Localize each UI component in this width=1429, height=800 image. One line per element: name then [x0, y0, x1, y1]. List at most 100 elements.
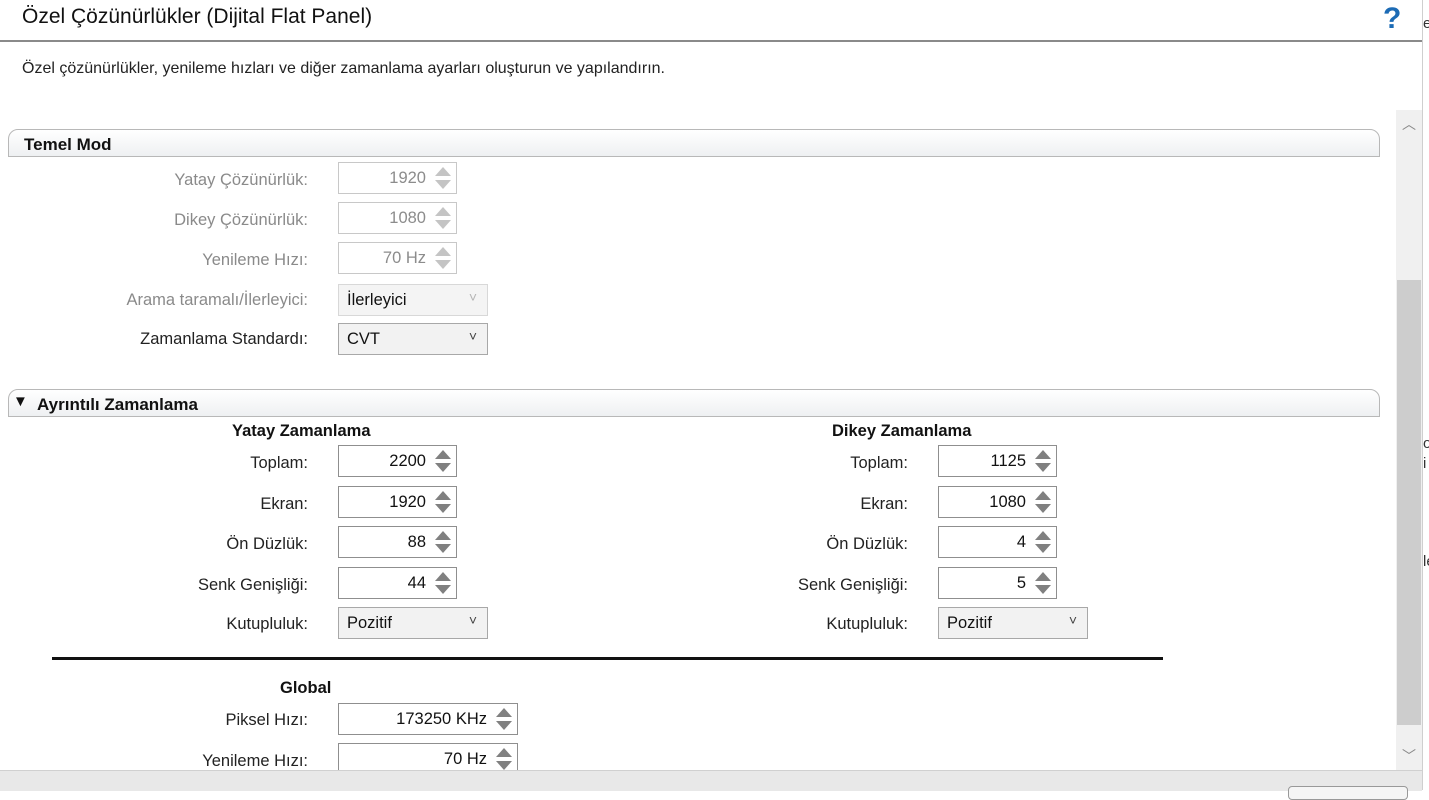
v-total-label: Toplam: — [850, 454, 908, 472]
h-polarity-label: Kutupluluk: — [226, 615, 308, 633]
vertical-resolution-label: Dikey Çözünürlük: — [174, 211, 308, 229]
spinner-up-icon[interactable] — [435, 531, 451, 540]
spinner-down-icon[interactable] — [1035, 544, 1051, 553]
h-active-spinner[interactable]: 1920 — [338, 486, 457, 518]
spinner-down-icon[interactable] — [435, 504, 451, 513]
chevron-down-icon: ˅ — [468, 289, 477, 305]
timing-standard-label: Zamanlama Standardı: — [140, 330, 308, 348]
spinner-down-icon[interactable] — [496, 761, 512, 770]
background-window-edge: e o i le — [1422, 0, 1429, 790]
h-front-porch-spinner[interactable]: 88 — [338, 526, 457, 558]
detailed-timing-title: Ayrıntılı Zamanlama — [37, 395, 198, 414]
spinner-value: 1080 — [989, 493, 1026, 511]
collapse-triangle-icon[interactable]: ▼ — [13, 393, 28, 410]
chevron-down-icon: ˅ — [468, 328, 477, 344]
pixel-clock-label: Piksel Hızı: — [225, 711, 308, 729]
spinner-up-icon[interactable] — [435, 167, 451, 176]
spinner-up-icon[interactable] — [496, 748, 512, 757]
spinner-down-icon[interactable] — [435, 180, 451, 189]
horizontal-resolution-spinner[interactable]: 1920 — [338, 162, 457, 194]
global-refresh-rate-label: Yenileme Hızı: — [202, 752, 308, 770]
chevron-down-icon: ˅ — [1068, 612, 1077, 628]
spinner-value: 173250 KHz — [396, 710, 487, 728]
spinner-value: 88 — [407, 533, 426, 551]
v-polarity-dropdown[interactable]: Pozitif ˅ — [938, 607, 1088, 639]
v-front-porch-spinner[interactable]: 4 — [938, 526, 1057, 558]
spinner-down-icon[interactable] — [1035, 585, 1051, 594]
basic-mode-header: Temel Mod — [8, 129, 1380, 157]
spinner-down-icon[interactable] — [435, 544, 451, 553]
h-sync-width-label: Senk Genişliği: — [197, 576, 308, 594]
spinner-up-icon[interactable] — [1035, 572, 1051, 581]
spinner-value: 4 — [1016, 533, 1026, 551]
scan-type-dropdown[interactable]: İlerleyici ˅ — [338, 284, 488, 316]
spinner-down-icon[interactable] — [496, 721, 512, 730]
spinner-down-icon[interactable] — [435, 220, 451, 229]
vertical-scrollbar[interactable]: ︿ ﹀ — [1396, 110, 1422, 770]
dropdown-value: Pozitif — [947, 614, 992, 632]
vertical-resolution-spinner[interactable]: 1080 — [338, 202, 457, 234]
spinner-value: 1920 — [389, 493, 426, 511]
bottom-bar — [0, 770, 1422, 791]
spinner-up-icon[interactable] — [1035, 450, 1051, 459]
scroll-thumb[interactable] — [1397, 280, 1421, 725]
dropdown-value: İlerleyici — [347, 291, 407, 309]
h-front-porch-label: Ön Düzlük: — [226, 535, 308, 553]
v-sync-width-spinner[interactable]: 5 — [938, 567, 1057, 599]
detailed-timing-header[interactable]: ▼ Ayrıntılı Zamanlama — [8, 389, 1380, 417]
refresh-rate-spinner[interactable]: 70 Hz — [338, 242, 457, 274]
section-divider — [52, 657, 1163, 660]
h-active-label: Ekran: — [260, 495, 308, 513]
help-icon[interactable]: ? — [1383, 2, 1401, 36]
spinner-down-icon[interactable] — [435, 463, 451, 472]
h-total-label: Toplam: — [250, 454, 308, 472]
spinner-down-icon[interactable] — [1035, 504, 1051, 513]
spinner-up-icon[interactable] — [496, 708, 512, 717]
v-active-spinner[interactable]: 1080 — [938, 486, 1057, 518]
v-polarity-label: Kutupluluk: — [826, 615, 908, 633]
spinner-down-icon[interactable] — [1035, 463, 1051, 472]
horizontal-timing-title: Yatay Zamanlama — [232, 422, 371, 440]
v-active-label: Ekran: — [860, 495, 908, 513]
chevron-down-icon: ˅ — [468, 612, 477, 628]
spinner-up-icon[interactable] — [1035, 531, 1051, 540]
scroll-down-icon[interactable]: ﹀ — [1402, 746, 1416, 766]
global-title: Global — [280, 679, 332, 697]
pixel-clock-spinner[interactable]: 173250 KHz — [338, 703, 518, 735]
window-title: Özel Çözünürlükler (Dijital Flat Panel) — [22, 5, 373, 28]
spinner-value: 1125 — [990, 452, 1026, 470]
h-polarity-dropdown[interactable]: Pozitif ˅ — [338, 607, 488, 639]
dropdown-value: Pozitif — [347, 614, 392, 632]
title-bar: Özel Çözünürlükler (Dijital Flat Panel) … — [0, 0, 1422, 42]
spinner-up-icon[interactable] — [435, 572, 451, 581]
dropdown-value: CVT — [347, 330, 380, 348]
spinner-up-icon[interactable] — [1035, 491, 1051, 500]
vertical-timing-title: Dikey Zamanlama — [832, 422, 972, 440]
spinner-down-icon[interactable] — [435, 260, 451, 269]
edge-fragment: i — [1423, 455, 1427, 472]
edge-fragment: e — [1423, 15, 1429, 32]
spinner-up-icon[interactable] — [435, 247, 451, 256]
h-sync-width-spinner[interactable]: 44 — [338, 567, 457, 599]
spinner-value: 70 Hz — [443, 750, 487, 768]
v-front-porch-label: Ön Düzlük: — [826, 535, 908, 553]
page-description: Özel çözünürlükler, yenileme hızları ve … — [22, 60, 665, 77]
edge-fragment: le — [1423, 553, 1429, 570]
v-sync-width-label: Senk Genişliği: — [797, 576, 908, 594]
v-total-spinner[interactable]: 1125 — [938, 445, 1057, 477]
spinner-up-icon[interactable] — [435, 207, 451, 216]
h-total-spinner[interactable]: 2200 — [338, 445, 457, 477]
scroll-up-icon[interactable]: ︿ — [1402, 114, 1416, 134]
basic-mode-title: Temel Mod — [24, 135, 112, 154]
refresh-rate-label: Yenileme Hızı: — [202, 251, 308, 269]
bottom-button[interactable] — [1288, 786, 1408, 800]
spinner-value: 70 Hz — [382, 249, 426, 267]
spinner-up-icon[interactable] — [435, 450, 451, 459]
spinner-value: 5 — [1016, 574, 1026, 592]
edge-fragment: o — [1423, 435, 1429, 452]
spinner-up-icon[interactable] — [435, 491, 451, 500]
horizontal-resolution-label: Yatay Çözünürlük: — [174, 171, 308, 189]
timing-standard-dropdown[interactable]: CVT ˅ — [338, 323, 488, 355]
spinner-down-icon[interactable] — [435, 585, 451, 594]
spinner-value: 1080 — [389, 209, 426, 227]
